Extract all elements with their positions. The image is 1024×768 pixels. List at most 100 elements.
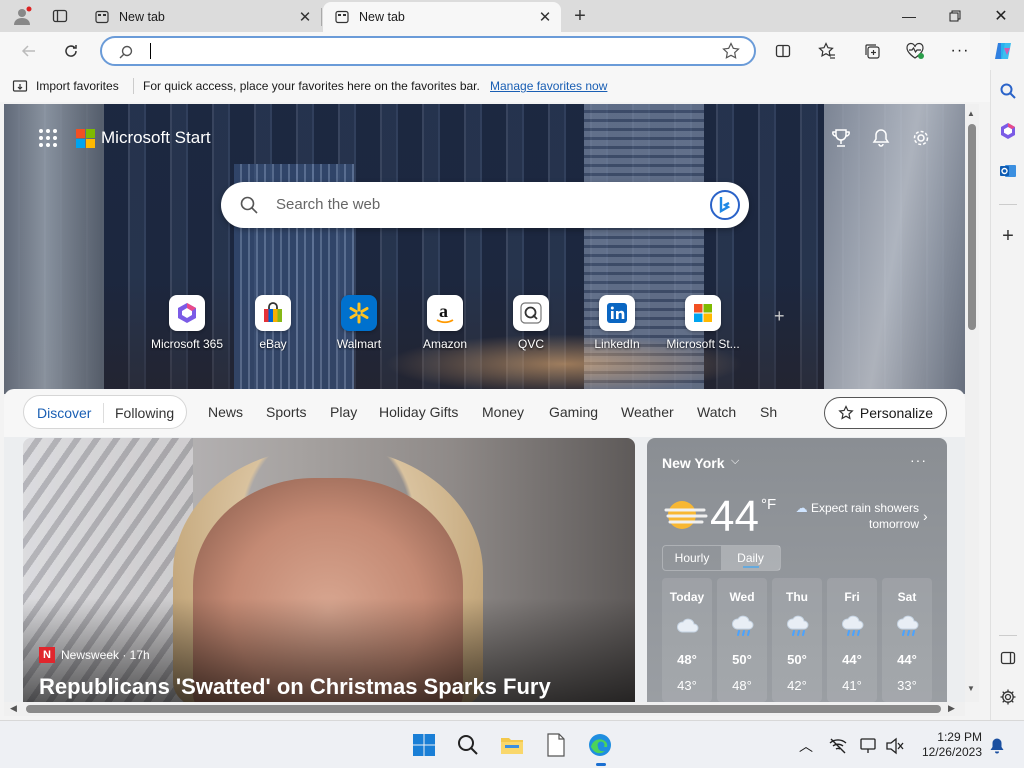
more-options-icon[interactable]: ··· — [910, 452, 927, 468]
nav-holiday-gifts[interactable]: Holiday Gifts — [379, 404, 458, 420]
chevron-right-icon[interactable]: › — [923, 508, 928, 524]
nav-play[interactable]: Play — [330, 404, 357, 420]
address-bar[interactable] — [100, 36, 756, 66]
import-favorites-button[interactable]: Import favorites — [12, 78, 119, 94]
system-clock[interactable]: 1:29 PM 12/26/2023 — [916, 730, 982, 760]
tab-1[interactable]: New tab ✕ — [83, 2, 321, 32]
collections-button[interactable] — [857, 37, 887, 65]
sidebar-search-button[interactable] — [991, 76, 1024, 106]
quick-link-ebay[interactable]: eBay — [230, 295, 316, 351]
tab-hourly[interactable]: Hourly — [663, 546, 721, 570]
app-launcher-button[interactable] — [38, 128, 58, 151]
scroll-right-arrow-icon[interactable]: ▶ — [948, 703, 955, 714]
refresh-button[interactable] — [56, 37, 86, 65]
edge-taskbar-button[interactable] — [584, 729, 616, 766]
profile-avatar[interactable] — [8, 4, 36, 28]
nav-news[interactable]: News — [208, 404, 243, 420]
sidebar-outlook-button[interactable] — [991, 156, 1024, 186]
rewards-button[interactable] — [829, 126, 853, 150]
vertical-scroll-thumb[interactable] — [968, 124, 976, 330]
file-explorer-button[interactable] — [496, 729, 528, 761]
day-low: 48° — [732, 678, 752, 693]
nav-weather[interactable]: Weather — [621, 404, 674, 420]
nav-gaming[interactable]: Gaming — [549, 404, 598, 420]
microsoft-start-logo[interactable]: Microsoft Start — [76, 128, 211, 148]
page-settings-button[interactable] — [909, 126, 933, 150]
day-high: 44° — [897, 652, 917, 667]
plus-icon: + — [1002, 224, 1014, 247]
split-screen-button[interactable] — [768, 37, 798, 65]
quick-link-amazon[interactable]: a Amazon — [402, 295, 488, 351]
tab-discover[interactable]: Discover — [37, 405, 91, 421]
notepad-button[interactable] — [540, 729, 572, 761]
forecast-day[interactable]: Sat 44° 33° — [882, 578, 932, 702]
quick-link-qvc[interactable]: QVC — [488, 295, 574, 351]
notifications-button[interactable] — [869, 126, 893, 150]
display-status-button[interactable] — [858, 735, 880, 757]
scroll-down-arrow-icon[interactable]: ▼ — [967, 684, 975, 693]
add-quick-link-button[interactable]: + — [774, 306, 785, 327]
notification-center-button[interactable] — [986, 735, 1008, 757]
network-status-button[interactable] — [827, 735, 849, 757]
nav-sports[interactable]: Sports — [266, 404, 306, 420]
start-button[interactable] — [408, 729, 440, 761]
nav-shopping[interactable]: Sh — [760, 404, 777, 420]
sidebar-add-button[interactable]: + — [991, 221, 1024, 251]
restore-button[interactable] — [932, 0, 978, 32]
sidebar-m365-button[interactable] — [991, 116, 1024, 146]
favorite-star-icon[interactable] — [722, 42, 740, 60]
horizontal-scroll-thumb[interactable] — [26, 705, 941, 713]
tab-2[interactable]: New tab ✕ — [323, 2, 561, 32]
temperature-unit[interactable]: °F — [761, 496, 776, 513]
close-tab-icon[interactable]: ✕ — [293, 5, 317, 29]
bing-chat-icon[interactable] — [709, 189, 741, 221]
nav-watch[interactable]: Watch — [697, 404, 736, 420]
favorites-button[interactable] — [812, 37, 842, 65]
sunny-haze-icon — [664, 501, 708, 529]
web-search-box[interactable]: Search the web — [221, 182, 749, 228]
volume-button[interactable] — [884, 735, 906, 757]
manage-favorites-link[interactable]: Manage favorites now — [490, 79, 607, 93]
forecast-day[interactable]: Fri 44° 41° — [827, 578, 877, 702]
back-button[interactable] — [14, 37, 44, 65]
close-tab-icon[interactable]: ✕ — [533, 5, 557, 29]
feed-navigation: Discover Following News Sports Play Holi… — [4, 389, 965, 437]
quick-link-walmart[interactable]: Walmart — [316, 295, 402, 351]
tab-following[interactable]: Following — [115, 405, 174, 421]
taskbar-search-button[interactable] — [452, 729, 484, 761]
forecast-day[interactable]: Thu 50° 42° — [772, 578, 822, 702]
horizontal-scrollbar[interactable]: ◀ ▶ — [4, 702, 965, 716]
forecast-day[interactable]: Today 48° 43° — [662, 578, 712, 702]
weather-location[interactable]: New York — [662, 455, 725, 471]
settings-and-more-button[interactable]: ··· — [945, 37, 975, 65]
minimize-button[interactable]: — — [886, 0, 932, 32]
new-tab-button[interactable]: + — [566, 4, 594, 28]
forecast-summary[interactable]: ☁ Expect rain showers tomorrow — [789, 500, 919, 532]
scroll-up-arrow-icon[interactable]: ▲ — [967, 109, 975, 118]
forecast-line-2: tomorrow — [868, 517, 919, 531]
close-window-button[interactable]: ✕ — [978, 0, 1024, 32]
day-low: 41° — [842, 678, 862, 693]
copilot-button[interactable] — [990, 38, 1016, 64]
scroll-left-arrow-icon[interactable]: ◀ — [10, 703, 17, 714]
forecast-day[interactable]: Wed 50° 48° — [717, 578, 767, 702]
browser-essentials-button[interactable] — [900, 37, 930, 65]
show-hidden-icons-button[interactable]: ︿ — [795, 735, 817, 757]
nav-money[interactable]: Money — [482, 404, 524, 420]
day-high: 50° — [787, 652, 807, 667]
sidebar-settings-button[interactable] — [991, 682, 1024, 712]
quick-link-microsoft-store[interactable]: Microsoft St... — [660, 295, 746, 351]
top-story-card[interactable]: N Newsweek · 17h Republicans 'Swatted' o… — [23, 438, 635, 702]
quick-link-microsoft365[interactable]: Microsoft 365 — [144, 295, 230, 351]
tab-actions-button[interactable] — [46, 4, 74, 28]
address-input[interactable] — [152, 41, 712, 61]
vertical-scrollbar[interactable]: ▲ ▼ — [965, 104, 979, 702]
personalize-button[interactable]: Personalize — [824, 397, 947, 429]
chevron-down-icon[interactable]: ⌵ — [731, 455, 739, 468]
hide-sidebar-button[interactable] — [991, 643, 1024, 673]
day-low: 42° — [787, 678, 807, 693]
bell-icon — [990, 738, 1004, 754]
quick-link-linkedin[interactable]: LinkedIn — [574, 295, 660, 351]
story-headline[interactable]: Republicans 'Swatted' on Christmas Spark… — [39, 674, 551, 700]
quick-link-label: Microsoft 365 — [150, 337, 224, 351]
